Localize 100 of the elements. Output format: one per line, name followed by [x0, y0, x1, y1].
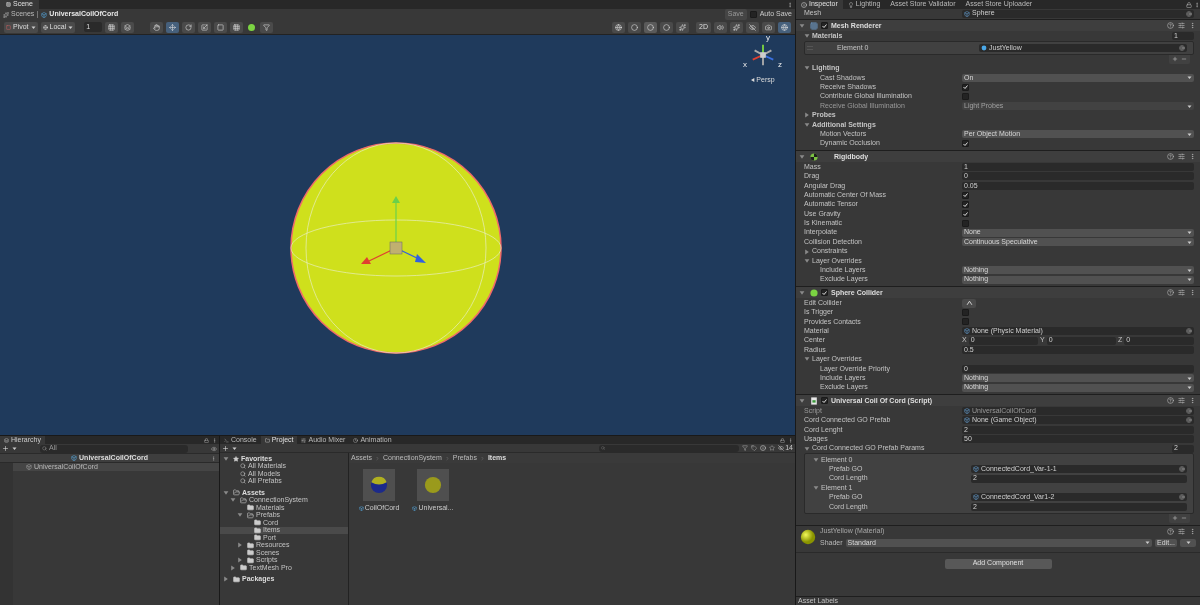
more-icon[interactable] [787, 1, 793, 8]
target-icon[interactable] [1179, 44, 1185, 51]
disclosure-triangle-icon[interactable] [237, 542, 243, 549]
checkbox[interactable] [962, 83, 969, 91]
shading-icon[interactable] [660, 21, 674, 33]
ball-icon [810, 152, 818, 161]
effects-icon[interactable] [676, 21, 690, 33]
checkbox[interactable] [962, 219, 969, 227]
axis-label: y [766, 34, 770, 42]
target-icon[interactable] [1179, 466, 1185, 473]
sliders-icon[interactable] [1178, 289, 1185, 297]
add-element-icon[interactable] [1172, 56, 1178, 63]
info-icon[interactable] [760, 445, 767, 451]
snap-icon[interactable] [121, 21, 135, 33]
visibility-icon[interactable] [746, 21, 759, 33]
custom-tool-icon[interactable] [260, 21, 274, 33]
clock-icon [353, 437, 359, 443]
checkbox[interactable] [962, 140, 969, 148]
checkbox[interactable] [962, 318, 969, 326]
lock-icon[interactable] [780, 437, 785, 443]
rotate-tool-icon[interactable] [182, 21, 196, 33]
sliders-icon[interactable] [1178, 153, 1185, 161]
cube-icon [964, 407, 970, 414]
more-icon[interactable] [788, 437, 793, 443]
target-icon[interactable] [1186, 328, 1192, 335]
search-field[interactable] [599, 444, 740, 452]
fx-icon[interactable] [730, 21, 743, 33]
script-icon [810, 396, 818, 405]
disclosure-triangle-icon[interactable] [799, 289, 805, 296]
disclosure-triangle-icon[interactable] [237, 557, 243, 564]
circle-tool-icon[interactable] [248, 23, 256, 31]
disclosure-triangle-icon[interactable] [804, 121, 810, 128]
disclosure-triangle-icon[interactable] [230, 497, 236, 504]
disclosure-triangle-icon[interactable] [804, 65, 810, 72]
star-icon[interactable] [769, 445, 776, 451]
add-icon[interactable] [222, 444, 229, 452]
more-icon[interactable] [211, 455, 216, 461]
checkbox[interactable] [821, 22, 828, 30]
grid-icon [6, 2, 11, 7]
disclosure-triangle-icon[interactable] [223, 489, 229, 496]
camera-icon[interactable] [762, 21, 775, 33]
mixer-icon [301, 437, 307, 443]
disclosure-triangle-icon[interactable] [799, 153, 805, 160]
disclosure-triangle-icon[interactable] [804, 248, 810, 255]
grid-snap-icon[interactable] [105, 21, 119, 33]
checkbox[interactable] [821, 289, 828, 297]
disclosure-triangle-icon[interactable] [804, 33, 810, 40]
disclosure-triangle-icon[interactable] [813, 456, 819, 463]
disclosure-triangle-icon[interactable] [804, 356, 810, 363]
checkbox[interactable] [749, 11, 757, 18]
disclosure-triangle-icon[interactable] [799, 22, 805, 29]
list-dropdown[interactable] [1180, 538, 1196, 547]
disclosure-triangle-icon[interactable] [799, 397, 805, 404]
lock-icon[interactable] [1186, 1, 1192, 8]
checkbox[interactable] [962, 191, 969, 199]
disclosure-triangle-icon[interactable] [804, 112, 810, 119]
cube-icon [964, 417, 970, 424]
globe-icon[interactable] [612, 21, 626, 33]
transform-tool-icon[interactable] [230, 21, 244, 33]
sliders-icon[interactable] [1178, 527, 1185, 535]
disclosure-triangle-icon[interactable] [804, 445, 810, 452]
target-icon[interactable] [1179, 494, 1185, 501]
help-icon[interactable] [1167, 527, 1174, 535]
shading-icon[interactable] [628, 21, 642, 33]
gizmos-icon[interactable] [778, 21, 791, 33]
checkbox[interactable] [962, 201, 969, 209]
help-icon[interactable] [1167, 153, 1174, 161]
disclosure-triangle-icon[interactable] [223, 455, 229, 462]
disclosure-triangle-icon[interactable] [804, 257, 810, 264]
help-icon[interactable] [1167, 397, 1174, 405]
scale-tool-icon[interactable] [198, 21, 212, 33]
cube-icon [412, 505, 418, 511]
more-icon[interactable] [1194, 1, 1200, 8]
disclosure-triangle-icon[interactable] [813, 485, 819, 492]
checkbox[interactable] [962, 210, 969, 218]
tag-icon[interactable] [751, 445, 758, 451]
checkbox[interactable] [821, 397, 828, 405]
add-icon[interactable] [2, 445, 9, 452]
lock-icon[interactable] [204, 437, 209, 443]
target-icon[interactable] [1186, 10, 1192, 17]
disclosure-triangle-icon[interactable] [237, 512, 243, 519]
move-tool-icon[interactable] [166, 21, 180, 33]
sliders-icon[interactable] [1178, 397, 1185, 405]
more-icon[interactable] [212, 437, 217, 443]
cube-icon [973, 466, 979, 473]
hand-tool-icon[interactable] [150, 21, 164, 33]
disclosure-triangle-icon[interactable] [223, 576, 229, 583]
disclosure-triangle-icon[interactable] [230, 564, 236, 571]
help-icon[interactable] [1167, 289, 1174, 297]
help-icon[interactable] [1167, 22, 1174, 30]
checkbox[interactable] [962, 93, 969, 101]
rect-tool-icon[interactable] [214, 21, 228, 33]
add-element-icon[interactable] [1172, 515, 1178, 522]
sphere-icon [981, 44, 987, 51]
checkbox[interactable] [962, 308, 969, 316]
sliders-icon[interactable] [1178, 22, 1185, 30]
edit-collider-button[interactable] [962, 298, 976, 308]
audio-icon[interactable] [714, 21, 727, 33]
shading-icon[interactable] [644, 21, 658, 33]
cube-icon [973, 494, 979, 501]
